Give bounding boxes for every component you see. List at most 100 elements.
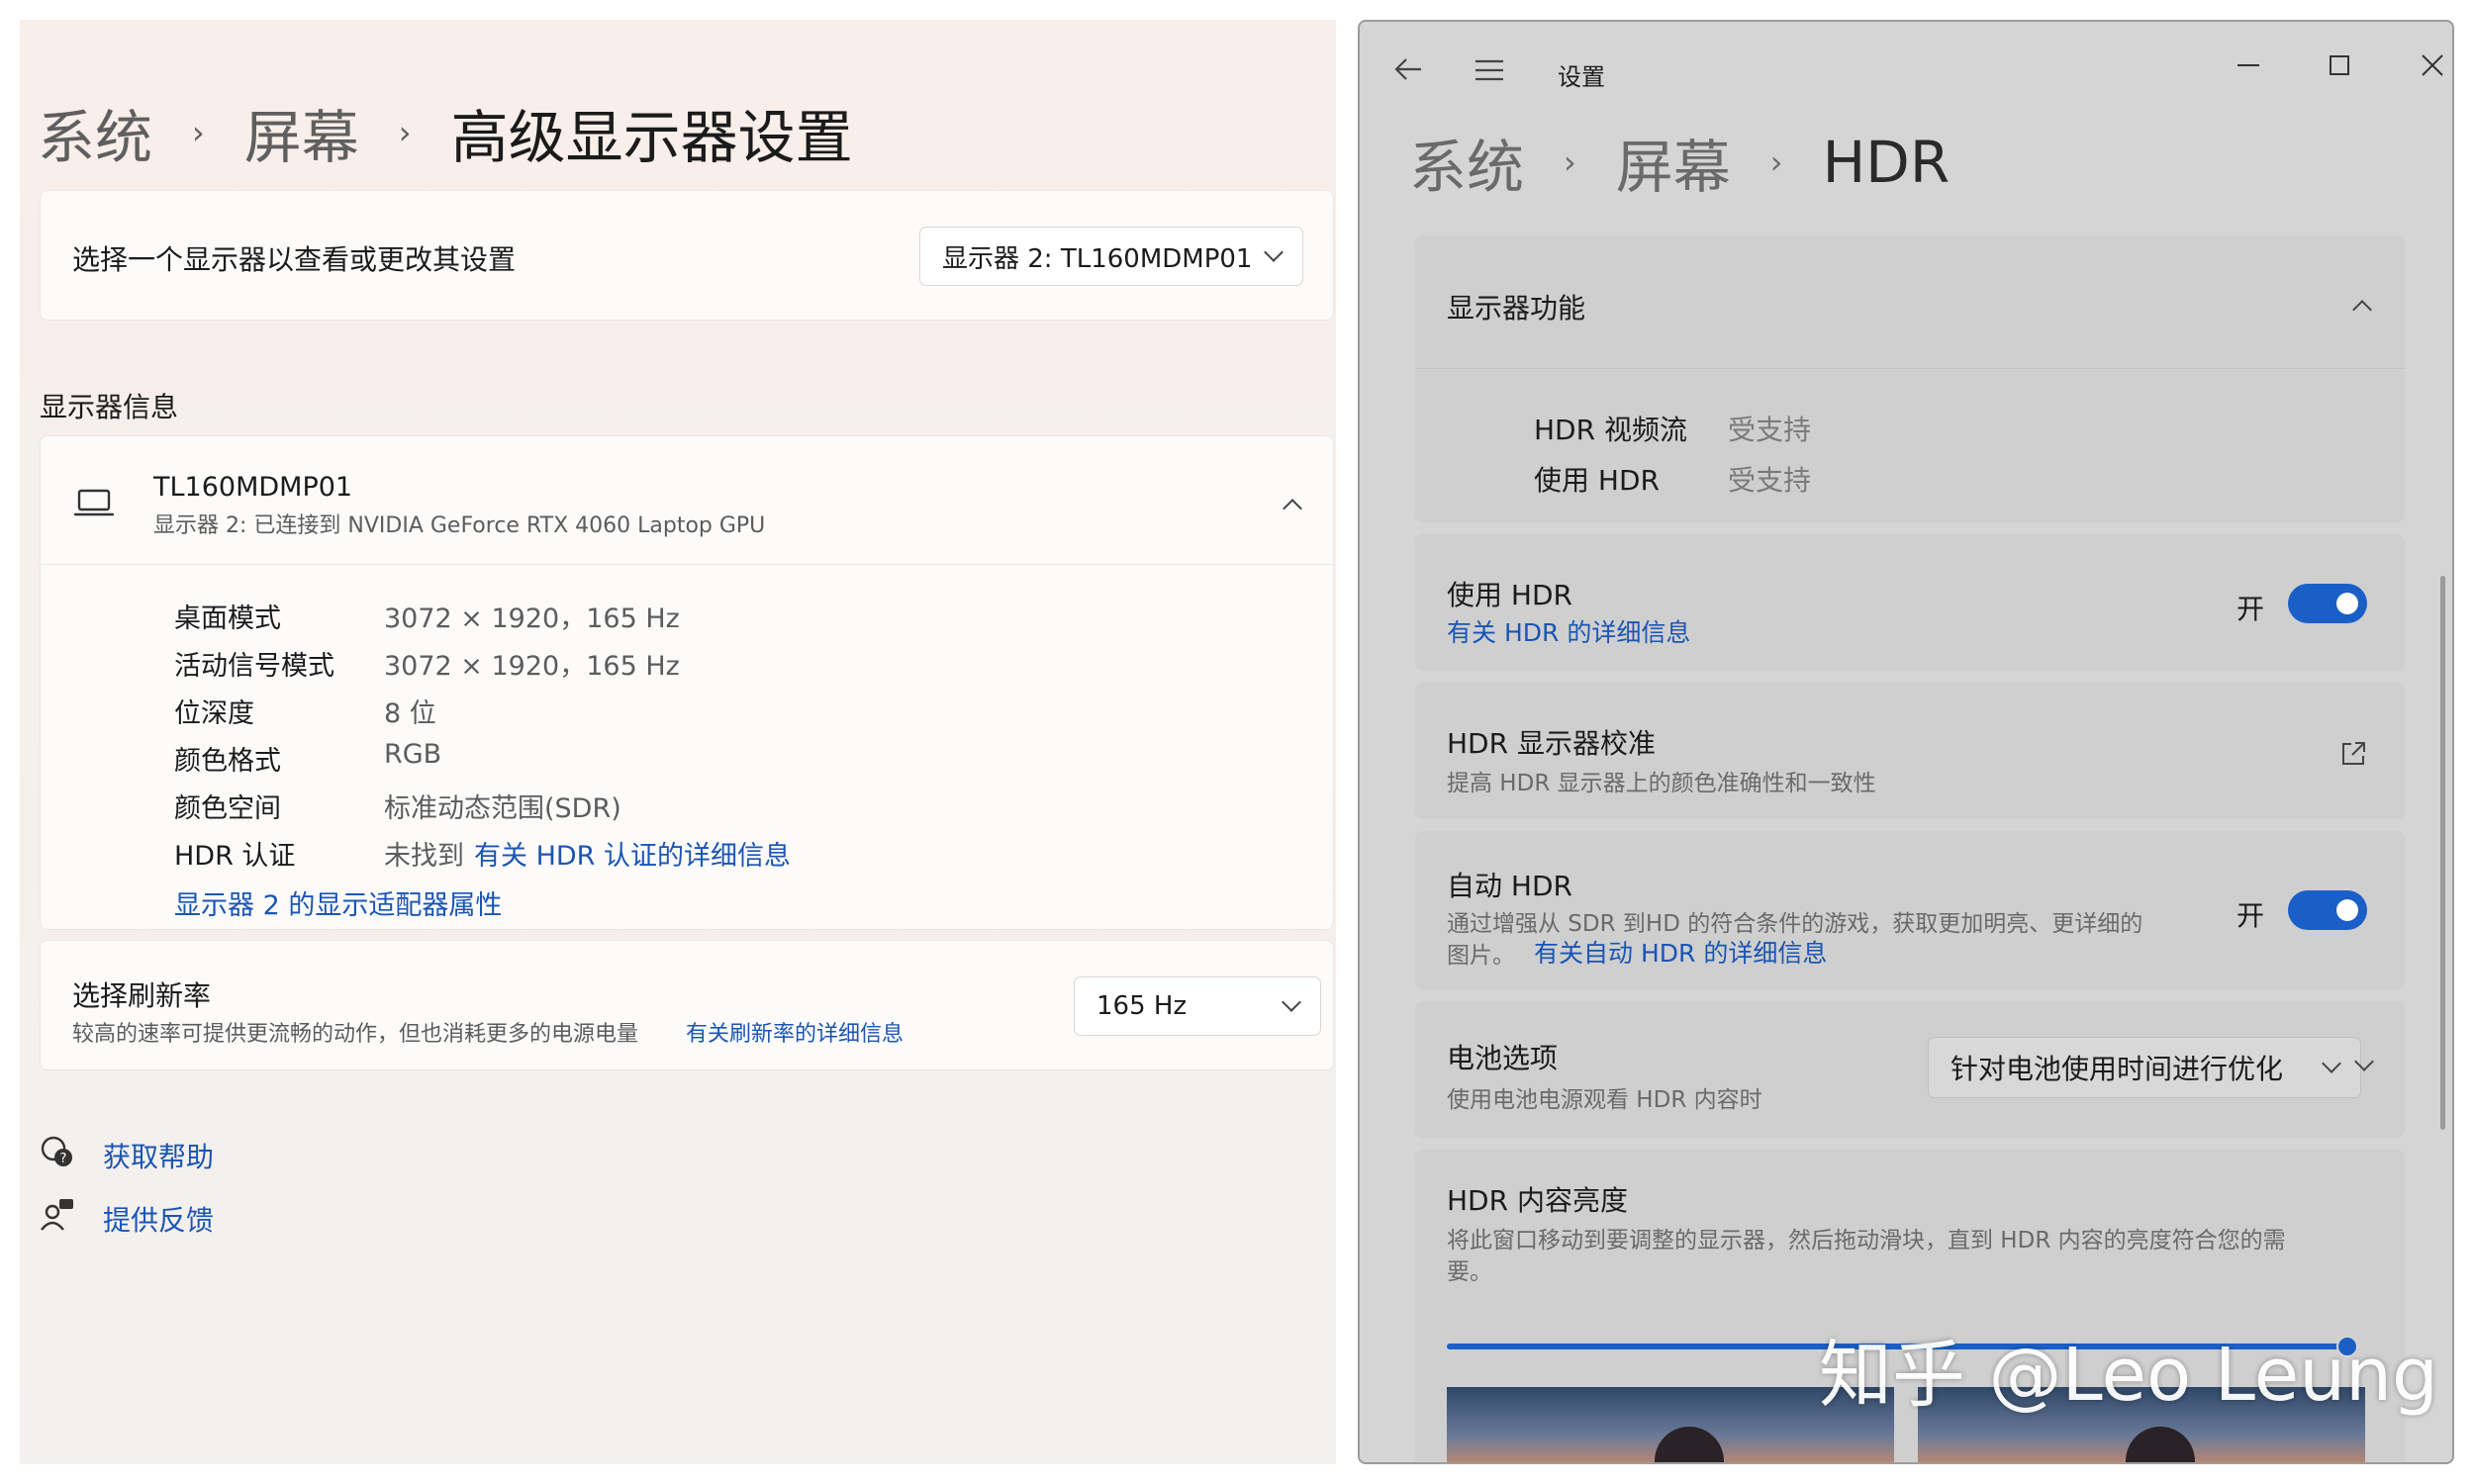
calibration-title: HDR 显示器校准 — [1447, 727, 1656, 760]
close-icon — [2422, 54, 2443, 76]
info-row-color-space: 颜色空间 标准动态范围(SDR) — [174, 787, 621, 825]
scrollbar[interactable] — [2440, 576, 2445, 1130]
calibration-description: 提高 HDR 显示器上的颜色准确性和一致性 — [1447, 771, 1876, 796]
breadcrumb: 系统 › 屏幕 › 高级显示器设置 — [38, 91, 853, 174]
hdr-info-link[interactable]: 有关 HDR 的详细信息 — [1447, 613, 1690, 649]
hdr-certification-link[interactable]: 有关 HDR 认证的详细信息 — [474, 834, 791, 873]
auto-hdr-toggle[interactable] — [2288, 890, 2367, 930]
info-row-hdr-certification: HDR 认证 未找到 有关 HDR 认证的详细信息 — [174, 834, 791, 873]
display-select-value: 显示器 2: TL160MDMP01 — [942, 243, 1253, 274]
minimize-icon — [2237, 64, 2259, 66]
display-info-card: TL160MDMP01 显示器 2: 已连接到 NVIDIA GeForce R… — [40, 435, 1334, 930]
breadcrumb-system[interactable]: 系统 — [38, 91, 152, 174]
select-display-label: 选择一个显示器以查看或更改其设置 — [72, 243, 517, 276]
battery-title: 电池选项 — [1447, 1042, 1559, 1074]
breadcrumb-separator: › — [1564, 143, 1576, 181]
back-arrow-icon[interactable] — [1393, 57, 1423, 81]
close-button[interactable] — [2403, 36, 2452, 95]
toggle-knob — [2336, 899, 2358, 921]
chevron-down-icon — [1282, 992, 1301, 1012]
hdr-settings-window: 设置 系统 › 屏幕 › HDR 显示器功能 HDR 视频流 受支持 使用 HD… — [1358, 20, 2454, 1464]
toggle-knob — [2336, 593, 2358, 614]
chevron-up-icon[interactable] — [1283, 499, 1302, 518]
auto-hdr-description: 通过增强从 SDR 到HD 的符合条件的游戏，获取更加明亮、更详细的 — [1447, 911, 2143, 937]
display-info-header[interactable]: TL160MDMP01 显示器 2: 已连接到 NVIDIA GeForce R… — [41, 436, 1333, 565]
info-value: 未找到 — [384, 841, 464, 872]
brightness-description: 将此窗口移动到要调整的显示器，然后拖动滑块，直到 HDR 内容的亮度符合您的需 — [1447, 1228, 2286, 1253]
info-row-signal-mode: 活动信号模式 3072 × 1920，165 Hz — [174, 644, 680, 683]
external-link-icon — [2342, 742, 2365, 765]
get-help-link[interactable]: 获取帮助 — [103, 1136, 214, 1175]
capability-key: 使用 HDR — [1534, 464, 1660, 497]
breadcrumb-system[interactable]: 系统 — [1409, 121, 1524, 204]
page-title: 高级显示器设置 — [450, 104, 853, 171]
chevron-down-icon — [2322, 1054, 2341, 1073]
info-key: 位深度 — [174, 698, 254, 729]
auto-hdr-card: 自动 HDR 通过增强从 SDR 到HD 的符合条件的游戏，获取更加明亮、更详细… — [1415, 831, 2405, 989]
minimize-button[interactable] — [2219, 36, 2278, 95]
refresh-rate-title: 选择刷新率 — [72, 979, 212, 1012]
battery-description: 使用电池电源观看 HDR 内容时 — [1447, 1087, 1762, 1113]
help-icon: ? — [41, 1136, 72, 1166]
use-hdr-title: 使用 HDR — [1447, 579, 1572, 611]
display-select-dropdown[interactable]: 显示器 2: TL160MDMP01 — [919, 227, 1303, 286]
refresh-rate-link[interactable]: 有关刷新率的详细信息 — [686, 1016, 904, 1048]
display-connection: 显示器 2: 已连接到 NVIDIA GeForce RTX 4060 Lapt… — [153, 513, 766, 538]
brightness-description-cont: 要。 — [1447, 1259, 1492, 1285]
info-row-desktop-mode: 桌面模式 3072 × 1920，165 Hz — [174, 597, 680, 635]
info-row-color-format: 颜色格式 RGB — [174, 739, 441, 778]
adapter-properties-link[interactable]: 显示器 2 的显示适配器属性 — [174, 883, 502, 922]
use-hdr-card: 使用 HDR 有关 HDR 的详细信息 开 — [1415, 534, 2405, 671]
section-title: 显示器信息 — [40, 391, 179, 423]
display-name: TL160MDMP01 — [153, 472, 353, 503]
chevron-down-icon — [1264, 242, 1284, 262]
auto-hdr-link[interactable]: 有关自动 HDR 的详细信息 — [1534, 934, 1827, 970]
watermark: 知乎 @Leo Leung — [1819, 1333, 2439, 1418]
info-value: 标准动态范围(SDR) — [384, 793, 621, 824]
auto-hdr-title: 自动 HDR — [1447, 870, 1572, 902]
info-key: 颜色格式 — [174, 746, 281, 777]
laptop-icon — [74, 489, 114, 516]
auto-hdr-state: 开 — [2236, 899, 2265, 932]
use-hdr-toggle[interactable] — [2288, 584, 2367, 623]
battery-option-dropdown[interactable]: 针对电池使用时间进行优化 — [1928, 1037, 2361, 1098]
breadcrumb-separator: › — [1769, 143, 1783, 181]
refresh-rate-value: 165 Hz — [1096, 991, 1188, 1021]
brightness-title: HDR 内容亮度 — [1447, 1184, 1628, 1217]
select-display-card: 选择一个显示器以查看或更改其设置 显示器 2: TL160MDMP01 — [40, 190, 1334, 321]
display-capabilities-card: 显示器功能 HDR 视频流 受支持 使用 HDR 受支持 — [1415, 235, 2405, 522]
info-value: 3072 × 1920，165 Hz — [384, 603, 680, 634]
battery-options-card: 电池选项 使用电池电源观看 HDR 内容时 针对电池使用时间进行优化 — [1415, 1001, 2405, 1138]
info-key: 活动信号模式 — [174, 651, 334, 682]
info-value: 8 位 — [384, 698, 436, 729]
maximize-icon — [2330, 55, 2349, 75]
feedback-icon — [41, 1199, 73, 1231]
page-title: HDR — [1822, 129, 1951, 196]
maximize-button[interactable] — [2310, 36, 2369, 95]
sample-figure — [2126, 1427, 2195, 1462]
info-key: 颜色空间 — [174, 793, 281, 824]
refresh-rate-description: 较高的速率可提供更流畅的动作，但也消耗更多的电源电量 — [72, 1022, 639, 1047]
capabilities-header[interactable]: 显示器功能 — [1415, 235, 2405, 369]
info-value: RGB — [384, 739, 442, 770]
capabilities-title: 显示器功能 — [1447, 292, 1586, 325]
capability-key: HDR 视频流 — [1534, 414, 1687, 446]
battery-option-value: 针对电池使用时间进行优化 — [1951, 1053, 2284, 1085]
chevron-up-icon — [2352, 300, 2372, 320]
sample-figure — [1655, 1427, 1724, 1462]
svg-text:?: ? — [60, 1152, 67, 1166]
info-row-bit-depth: 位深度 8 位 — [174, 692, 436, 730]
capability-value: 受支持 — [1728, 414, 1812, 446]
refresh-rate-dropdown[interactable]: 165 Hz — [1074, 976, 1321, 1036]
info-key: 桌面模式 — [174, 603, 281, 634]
menu-icon[interactable] — [1475, 59, 1504, 81]
info-key: HDR 认证 — [174, 841, 296, 872]
breadcrumb-display[interactable]: 屏幕 — [244, 91, 359, 174]
refresh-rate-card: 选择刷新率 较高的速率可提供更流畅的动作，但也消耗更多的电源电量 有关刷新率的详… — [40, 940, 1334, 1070]
breadcrumb-display[interactable]: 屏幕 — [1616, 121, 1731, 204]
hdr-calibration-card[interactable]: HDR 显示器校准 提高 HDR 显示器上的颜色准确性和一致性 — [1415, 683, 2405, 819]
feedback-link[interactable]: 提供反馈 — [103, 1199, 214, 1239]
capability-value: 受支持 — [1728, 464, 1812, 497]
breadcrumb-separator: › — [192, 114, 205, 151]
advanced-display-settings-panel: 系统 › 屏幕 › 高级显示器设置 选择一个显示器以查看或更改其设置 显示器 2… — [20, 20, 1336, 1464]
